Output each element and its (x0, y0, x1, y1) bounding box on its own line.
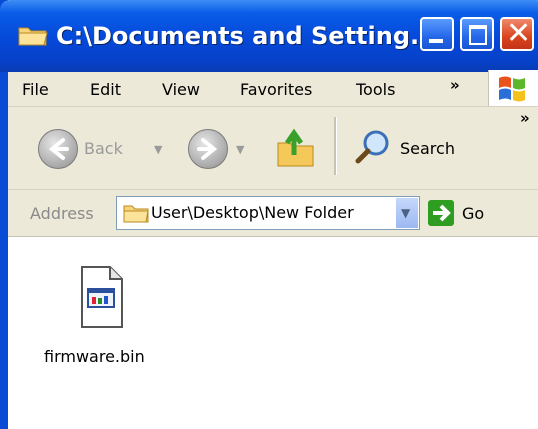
back-arrow-icon (48, 138, 69, 160)
toolbar: Back ▼ ▼ Search » (8, 107, 538, 190)
address-label: Address (30, 204, 94, 223)
go-button[interactable] (428, 200, 454, 226)
windows-logo (488, 70, 538, 106)
forward-dropdown-icon[interactable]: ▼ (236, 143, 244, 156)
toolbar-separator (334, 117, 337, 175)
folder-icon (123, 205, 149, 223)
search-label[interactable]: Search (400, 139, 455, 158)
address-dropdown-button[interactable]: ▼ (395, 198, 418, 228)
menu-bar: File Edit View Favorites Tools » (8, 70, 538, 107)
menu-view[interactable]: View (162, 80, 200, 99)
search-icon (355, 130, 389, 164)
file-name[interactable]: firmware.bin (44, 347, 145, 366)
minimize-button[interactable] (420, 17, 454, 51)
file-view: firmware.bin (8, 237, 538, 429)
address-bar: Address User\Desktop\New Folder ▼ Go (8, 190, 538, 237)
menu-overflow-chevron-icon[interactable]: » (450, 76, 460, 94)
close-icon: ✕ (506, 16, 532, 51)
up-folder-button[interactable] (274, 125, 320, 171)
back-dropdown-icon[interactable]: ▼ (154, 143, 162, 156)
address-value[interactable]: User\Desktop\New Folder (151, 203, 354, 222)
minimize-icon (429, 39, 443, 43)
file-item[interactable] (76, 265, 126, 329)
up-folder-icon (277, 128, 314, 167)
go-label[interactable]: Go (462, 204, 484, 223)
back-button[interactable] (38, 129, 78, 169)
menu-file[interactable]: File (22, 80, 49, 99)
chevron-down-icon: ▼ (401, 206, 411, 220)
search-button[interactable] (354, 127, 394, 167)
binary-file-icon (81, 266, 123, 328)
window-title: C:\Documents and Setting... (56, 22, 438, 50)
forward-button[interactable] (188, 129, 228, 169)
address-input[interactable]: User\Desktop\New Folder ▼ (116, 196, 420, 230)
back-label[interactable]: Back (84, 139, 123, 158)
menu-favorites[interactable]: Favorites (240, 80, 312, 99)
forward-arrow-icon (197, 138, 218, 160)
folder-icon (18, 27, 48, 46)
maximize-icon (469, 25, 487, 45)
windows-flag-icon (499, 76, 525, 102)
menu-edit[interactable]: Edit (90, 80, 121, 99)
menu-tools[interactable]: Tools (356, 80, 395, 99)
maximize-button[interactable] (460, 17, 494, 51)
explorer-window: C:\Documents and Setting... ✕ File Edit … (0, 0, 538, 429)
close-button[interactable]: ✕ (500, 17, 534, 51)
title-bar[interactable]: C:\Documents and Setting... ✕ (0, 0, 538, 72)
go-arrow-icon (433, 204, 451, 222)
toolbar-overflow-chevron-icon[interactable]: » (520, 109, 530, 127)
